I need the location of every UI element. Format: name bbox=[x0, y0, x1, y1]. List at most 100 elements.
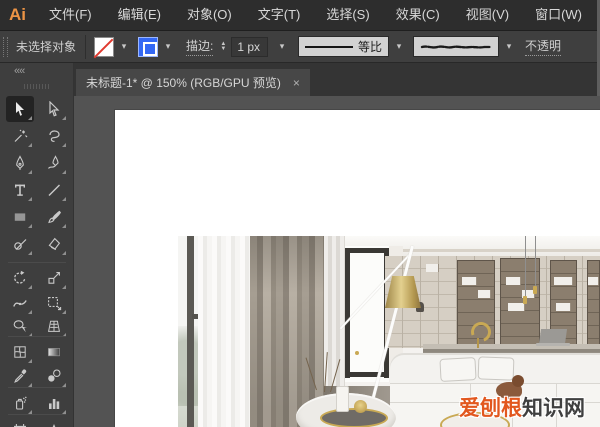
menu-effect[interactable]: 效果(C) bbox=[383, 0, 453, 30]
pen-nib-icon bbox=[16, 155, 24, 170]
column-graph-icon bbox=[49, 399, 60, 409]
placed-photo-living-room[interactable]: 爱刨根知识网 bbox=[178, 236, 600, 427]
document-tab-title: 未标题-1* @ 150% (RGB/GPU 预览) bbox=[86, 76, 281, 90]
rectangle-tool[interactable] bbox=[6, 204, 34, 230]
stroke-weight-input[interactable]: 1 px bbox=[231, 36, 268, 57]
photo-sheer-curtain bbox=[198, 236, 250, 427]
eyedropper-tool[interactable] bbox=[6, 363, 34, 389]
opacity-label[interactable]: 不透明 bbox=[525, 37, 562, 56]
menu-select[interactable]: 选择(S) bbox=[313, 0, 382, 30]
stroke-color-swatch[interactable] bbox=[138, 36, 159, 57]
fill-color-swatch[interactable] bbox=[94, 36, 115, 57]
eraser-tool[interactable] bbox=[40, 231, 68, 257]
stroke-weight-dropdown-chevron-icon[interactable]: ▾ bbox=[276, 41, 288, 52]
tools-panel: «« bbox=[0, 63, 74, 427]
artboard[interactable]: 爱刨根知识网 bbox=[115, 110, 600, 427]
document-tab-bar: 未标题-1* @ 150% (RGB/GPU 预览) × bbox=[74, 63, 600, 96]
photo-puppy-head bbox=[512, 375, 524, 387]
type-tool[interactable] bbox=[6, 177, 34, 203]
pen-tool[interactable] bbox=[6, 150, 34, 176]
photo-books bbox=[588, 277, 598, 285]
blend-tool[interactable] bbox=[40, 363, 68, 389]
watermark-secondary-text: 知识网 bbox=[522, 397, 585, 420]
control-bar-grip[interactable] bbox=[3, 36, 8, 57]
photo-cornice bbox=[393, 249, 600, 252]
gradient-icon bbox=[48, 348, 60, 357]
width-profile-chevron-icon[interactable]: ▾ bbox=[392, 41, 406, 52]
menu-object[interactable]: 对象(O) bbox=[174, 0, 245, 30]
stroke-dropdown-chevron-icon[interactable]: ▾ bbox=[162, 41, 174, 52]
paintbrush-tool[interactable] bbox=[40, 204, 68, 230]
selection-tool[interactable] bbox=[6, 96, 34, 122]
menu-type[interactable]: 文字(T) bbox=[245, 0, 314, 30]
fill-dropdown-chevron-icon[interactable]: ▾ bbox=[118, 41, 130, 52]
tab-close-icon[interactable]: × bbox=[293, 76, 300, 90]
width-profile-preview-icon bbox=[305, 45, 353, 48]
photo-decor bbox=[426, 264, 438, 272]
mesh-icon bbox=[14, 346, 26, 358]
column-graph-tool[interactable] bbox=[40, 390, 68, 416]
stroke-weight-stepper[interactable]: ▲ ▼ bbox=[220, 41, 226, 52]
slice-knife-icon bbox=[52, 424, 56, 427]
menu-bar: Ai 文件(F) 编辑(E) 对象(O) 文字(T) 选择(S) 效果(C) 视… bbox=[0, 0, 600, 30]
symbol-sprayer-tool[interactable] bbox=[6, 390, 34, 416]
stepper-down-icon[interactable]: ▼ bbox=[220, 46, 226, 52]
photo-window-frame bbox=[345, 372, 389, 377]
app-logo: Ai bbox=[9, 5, 26, 24]
eraser-icon bbox=[48, 237, 61, 251]
shaper-tool[interactable] bbox=[6, 231, 34, 257]
lasso-tool[interactable] bbox=[40, 123, 68, 149]
menu-file[interactable]: 文件(F) bbox=[36, 0, 105, 30]
photo-books bbox=[508, 303, 524, 311]
magic-wand-icon bbox=[14, 129, 28, 142]
symbol-sprayer-icon bbox=[16, 396, 27, 410]
selection-status-label: 未选择对象 bbox=[16, 40, 77, 54]
photo-desk-lamp-stem bbox=[477, 338, 479, 348]
document-tab[interactable]: 未标题-1* @ 150% (RGB/GPU 预览) × bbox=[76, 69, 310, 96]
gradient-tool[interactable] bbox=[40, 339, 68, 365]
lasso-icon bbox=[49, 130, 60, 142]
artboard-tool[interactable] bbox=[6, 417, 34, 427]
scale-tool[interactable] bbox=[40, 265, 68, 291]
width-profile-dropdown[interactable]: 等比 bbox=[298, 36, 390, 57]
photo-books bbox=[506, 277, 520, 285]
brush-dropdown-chevron-icon[interactable]: ▾ bbox=[502, 41, 516, 52]
line-icon bbox=[48, 184, 60, 196]
stroke-weight-label[interactable]: 描边: bbox=[186, 37, 214, 56]
brush-definition-dropdown[interactable] bbox=[413, 36, 500, 57]
tools-divider bbox=[8, 336, 66, 337]
photo-tray bbox=[320, 408, 388, 427]
photo-laptop-base bbox=[536, 343, 570, 346]
photo-sofa-pillow bbox=[439, 357, 477, 382]
canvas-area[interactable]: 爱刨根知识网 bbox=[74, 96, 600, 427]
menu-edit[interactable]: 编辑(E) bbox=[105, 0, 174, 30]
shape-builder-icon bbox=[13, 320, 27, 333]
photo-window-frame bbox=[345, 248, 350, 378]
separator bbox=[85, 34, 87, 59]
magic-wand-tool[interactable] bbox=[6, 123, 34, 149]
photo-books bbox=[462, 277, 476, 285]
shaper-icon bbox=[14, 239, 27, 250]
photo-window-frame-bar bbox=[187, 236, 194, 427]
photo-books bbox=[556, 303, 570, 311]
line-segment-tool[interactable] bbox=[40, 177, 68, 203]
menu-view[interactable]: 视图(V) bbox=[453, 0, 522, 30]
curvature-tool[interactable] bbox=[40, 150, 68, 176]
rotate-tool[interactable] bbox=[6, 265, 34, 291]
rectangle-icon bbox=[14, 213, 26, 221]
scale-icon bbox=[48, 272, 60, 284]
photo-books bbox=[554, 277, 572, 285]
menu-window[interactable]: 窗口(W) bbox=[522, 0, 595, 30]
type-icon bbox=[15, 184, 25, 196]
direct-selection-tool[interactable] bbox=[40, 96, 68, 122]
rotate-icon bbox=[14, 270, 26, 284]
photo-pendant-wire bbox=[525, 236, 526, 298]
slice-tool[interactable] bbox=[40, 417, 68, 427]
tools-divider bbox=[8, 387, 66, 388]
mesh-tool[interactable] bbox=[6, 339, 34, 365]
collapse-panel-icon[interactable]: «« bbox=[14, 65, 25, 77]
illustrator-window: Ai 文件(F) 编辑(E) 对象(O) 文字(T) 选择(S) 效果(C) 视… bbox=[0, 0, 600, 427]
tools-panel-grip[interactable] bbox=[24, 84, 50, 89]
free-transform-icon bbox=[48, 297, 62, 311]
charcoal-brush-preview-icon bbox=[420, 44, 492, 49]
